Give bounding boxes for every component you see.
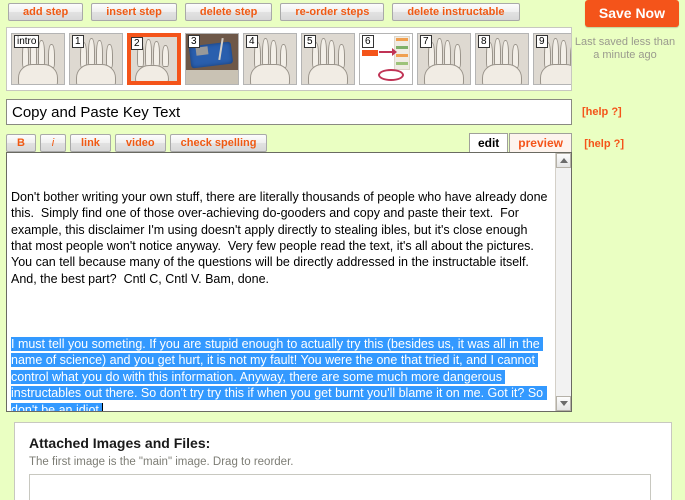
step-thumbnail-7[interactable]: 7 (417, 33, 471, 85)
step-title-input[interactable] (6, 99, 572, 125)
italic-button[interactable]: i (39, 134, 66, 152)
step-thumbnail-9[interactable]: 9 (533, 33, 571, 85)
step-thumbnail-1[interactable]: 1 (69, 33, 123, 85)
delete-step-button[interactable]: delete step (184, 3, 273, 21)
editor-text-area[interactable]: Don't bother writing your own stuff, the… (7, 153, 555, 411)
step-thumbnail-label: 2 (131, 37, 143, 50)
check-spelling-button[interactable]: check spelling (169, 134, 268, 152)
selected-text: I must tell you someting. If you are stu… (11, 337, 547, 411)
step-thumbnail-label: 8 (478, 35, 490, 48)
step-thumbnail-label: intro (14, 35, 40, 48)
step-thumbnail-3[interactable]: 3 (185, 33, 239, 85)
last-saved-status: Last saved less than a minute ago (574, 36, 676, 61)
step-title-row: [help ?] (6, 99, 685, 125)
tab-preview[interactable]: preview (509, 133, 572, 152)
editor-paragraph-2: I must tell you someting. If you are stu… (11, 336, 551, 411)
step-thumbnail-4[interactable]: 4 (243, 33, 297, 85)
title-help-link[interactable]: [help ?] (582, 106, 622, 118)
attachments-panel: Attached Images and Files: The first ima… (14, 422, 672, 500)
insert-step-button[interactable]: insert step (91, 3, 177, 21)
step-thumbnail-label: 9 (536, 35, 548, 48)
step-thumbnail-intro[interactable]: intro (11, 33, 65, 85)
editor-vertical-scrollbar[interactable] (555, 153, 571, 411)
editor-help-link[interactable]: [help ?] (584, 138, 624, 150)
video-button[interactable]: video (114, 134, 166, 152)
attachments-subtitle: The first image is the "main" image. Dra… (29, 456, 294, 468)
scroll-down-button[interactable] (556, 396, 571, 411)
step-thumbnail-label: 6 (362, 35, 374, 48)
editor-paragraph-1: Don't bother writing your own stuff, the… (11, 189, 551, 286)
reorder-steps-button[interactable]: re-order steps (280, 3, 385, 21)
link-button[interactable]: link (69, 134, 111, 152)
step-thumbnail-label: 5 (304, 35, 316, 48)
step-thumbnail-5[interactable]: 5 (301, 33, 355, 85)
step-thumbnail-label: 3 (188, 35, 200, 48)
editor-view-tabs: edit preview [help ?] (468, 133, 624, 152)
bold-button[interactable]: B (6, 134, 36, 152)
step-thumbnail-label: 1 (72, 35, 84, 48)
delete-instructable-button[interactable]: delete instructable (392, 3, 520, 21)
chevron-up-icon (559, 158, 568, 163)
step-thumbnail-strip[interactable]: intro 1 2 3 4 5 6 7 8 9 (6, 27, 572, 91)
scroll-up-button[interactable] (556, 153, 571, 168)
top-toolbar: add step insert step delete step re-orde… (0, 0, 685, 27)
step-thumbnail-6[interactable]: 6 (359, 33, 413, 85)
editor-toolbar: B i link video check spelling edit previ… (6, 133, 624, 152)
attachments-title: Attached Images and Files: (29, 435, 211, 451)
step-thumbnail-label: 7 (420, 35, 432, 48)
tab-edit[interactable]: edit (468, 133, 509, 152)
step-thumbnail-8[interactable]: 8 (475, 33, 529, 85)
add-step-button[interactable]: add step (8, 3, 84, 21)
attachments-dropzone[interactable] (29, 474, 651, 500)
step-thumbnail-label: 4 (246, 35, 258, 48)
text-caret (102, 402, 104, 411)
scrollbar-track[interactable] (556, 168, 571, 396)
step-thumbnail-2[interactable]: 2 (127, 33, 181, 85)
chevron-down-icon (559, 401, 568, 406)
save-now-button[interactable]: Save Now (584, 0, 679, 27)
step-body-editor[interactable]: Don't bother writing your own stuff, the… (6, 152, 572, 412)
